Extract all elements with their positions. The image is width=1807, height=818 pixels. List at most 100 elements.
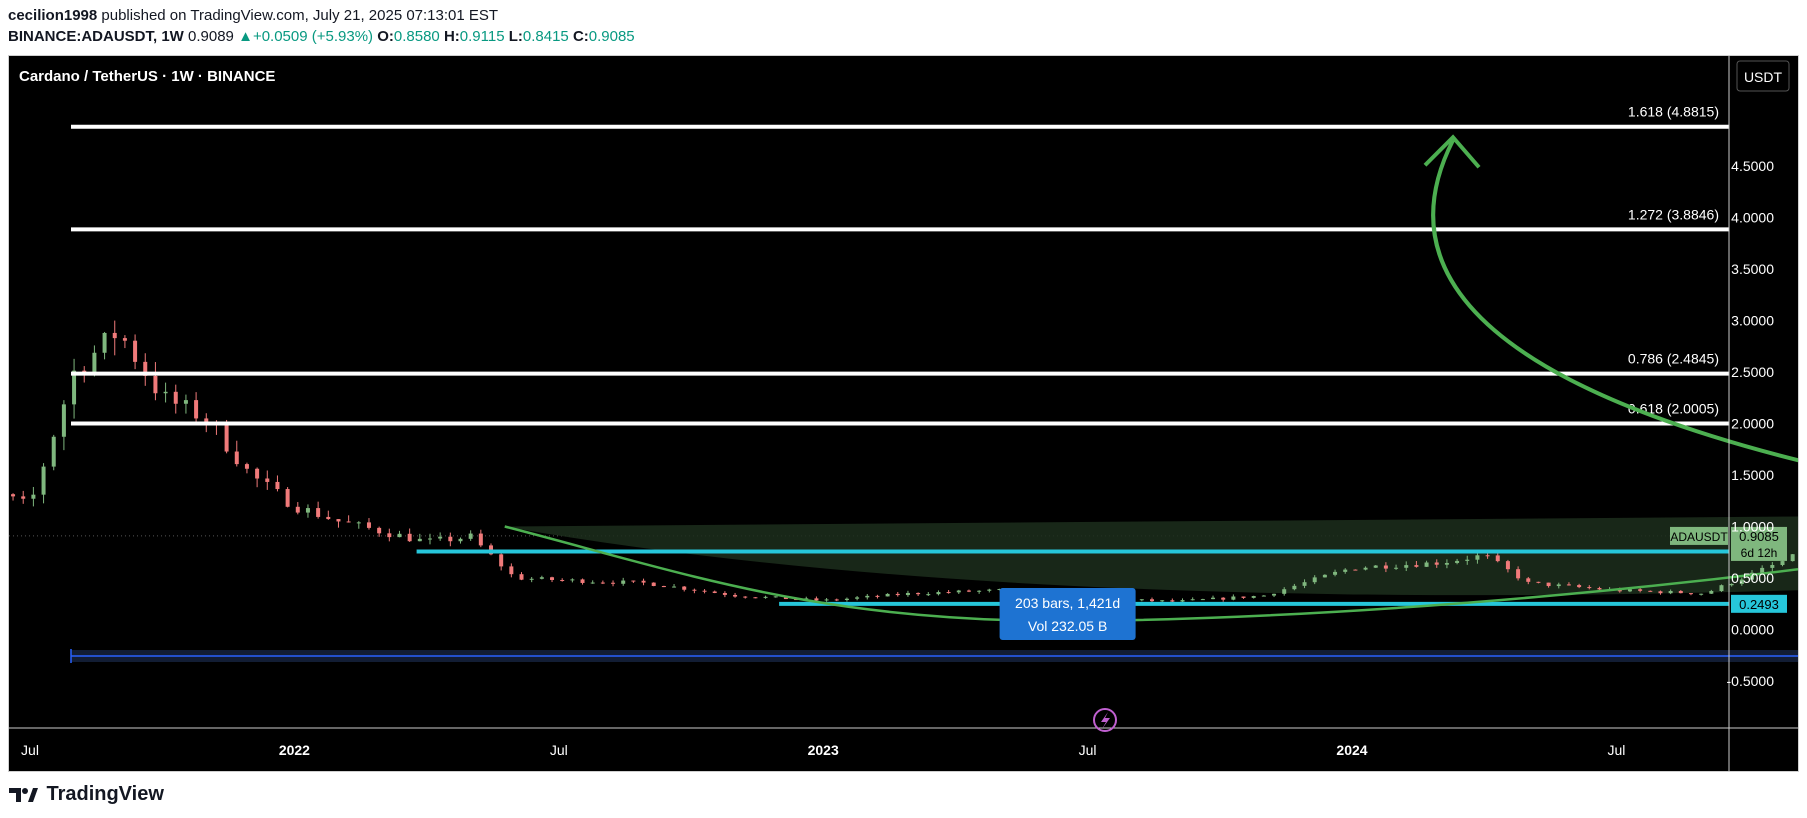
candle-body [1160,600,1165,602]
candle-body [550,577,555,580]
candle-body [956,590,961,593]
x-tick-label: 2022 [279,742,310,758]
open-value: 0.8580 [393,28,440,45]
candle-body [1231,596,1236,600]
candle-body [1638,589,1643,591]
measure-bars-text: 203 bars, 1,421d [1015,595,1120,611]
candle-body [61,404,66,437]
candle-body [1434,562,1439,565]
candle-body [1648,590,1653,592]
candle-body [865,595,870,598]
candle-body [1455,560,1460,563]
symbol-line: BINANCE:ADAUSDT, 1W 0.9089 ▲+0.0509 (+5.… [8,27,1788,47]
tradingview-logo-text[interactable]: TradingView [46,783,163,805]
candle-body [305,508,310,513]
candle-body [1190,599,1195,601]
y-tick-label: 2.5000 [1731,364,1774,380]
candle-body [1180,600,1185,602]
price-chart[interactable]: 1.618 (4.8815) 1.272 (3.8846) 0.786 (2.484… [9,56,1798,771]
x-tick-label: Jul [21,742,39,758]
candle-body [1536,581,1541,583]
candle-body [824,599,829,601]
candle-body [1505,561,1510,570]
symbol-name[interactable]: BINANCE:ADAUSDT, 1W [8,28,184,45]
candle-body [1546,582,1551,587]
candle-body [92,352,97,374]
candle-body [1302,582,1307,586]
y-tick-label: 2.0000 [1731,416,1774,432]
candle-body [377,527,382,534]
candle-body [1170,600,1175,602]
candle-body [72,370,77,405]
candle-body [265,478,270,482]
countdown-label: 6d 12h [1741,546,1778,560]
candle-body [1221,597,1226,600]
candle-body [1251,596,1256,598]
candle-body [1678,591,1683,594]
candle-body [499,554,504,567]
candle-body [1566,584,1571,586]
candle-body [194,400,199,419]
candle-body [163,391,168,394]
publish-line: cecilion1998 published on TradingView.co… [8,6,1788,26]
candle-body [183,400,188,404]
candle-body [1272,593,1277,596]
candle-body [1709,591,1714,594]
fib-level-label: 0.618 (2.0005) [1628,400,1719,416]
candle-body [702,590,707,592]
up-arrow-icon: ▲ [238,28,253,45]
candle-body [926,594,931,596]
fib-level-label: 1.272 (3.8846) [1628,206,1719,222]
candle-body [1516,569,1521,579]
candle-body [255,468,260,479]
candle-body [722,592,727,595]
candle-body [1577,585,1582,588]
currency-button[interactable]: USDT [1736,60,1790,92]
candle-body [1292,585,1297,590]
pattern-fill [504,516,1798,596]
candle-body [1688,593,1693,595]
measure-tool[interactable]: 203 bars, 1,421d Vol 232.05 B [70,588,1798,663]
candle-body [1241,596,1246,598]
published-text: published on TradingView.com, July 21, 2… [101,7,499,24]
candle-body [1556,584,1561,587]
chart-area[interactable]: 1.618 (4.8815) 1.272 (3.8846) 0.786 (2.484… [8,55,1799,772]
candle-body [611,582,616,584]
candle-body [1658,591,1663,594]
x-tick-label: 2023 [808,742,839,758]
candle-body [1414,565,1419,567]
author-name[interactable]: cecilion1998 [8,7,97,24]
candle-body [173,391,178,404]
axes: 4.5000 4.0000 3.5000 3.0000 2.5000 2.0000 1.50… [9,56,1798,771]
candle-body [1312,577,1317,583]
candle-body [1475,555,1480,560]
low-label: L: [508,28,523,45]
fib-level-label: 1.618 (4.8815) [1628,104,1719,120]
candle-body [1597,587,1602,590]
candle-body [682,586,687,590]
candle-body [692,589,697,591]
x-tick-label: Jul [1079,742,1097,758]
last-price: 0.9089 [188,28,234,45]
candle-body [1719,585,1724,592]
candle-body [31,494,36,499]
candle-body [275,481,280,490]
candle-body [855,597,860,599]
candle-body [1200,599,1205,601]
price-change: +0.0509 (+5.93%) [252,28,374,45]
candle-body [1485,555,1490,557]
candle-body [1770,565,1775,568]
candle-body [346,521,351,523]
candle-body [600,582,605,584]
x-tick-label: Jul [550,742,568,758]
candle-body [631,580,636,582]
candle-body [234,451,239,465]
candle-body [1383,565,1388,569]
candle-body [1211,597,1216,600]
candle-body [417,538,422,542]
candle-body [1587,587,1592,589]
candle-body [834,599,839,601]
chart-header: cecilion1998 published on TradingView.co… [8,6,1788,47]
candle-body [356,522,361,524]
close-label: C: [572,28,589,45]
